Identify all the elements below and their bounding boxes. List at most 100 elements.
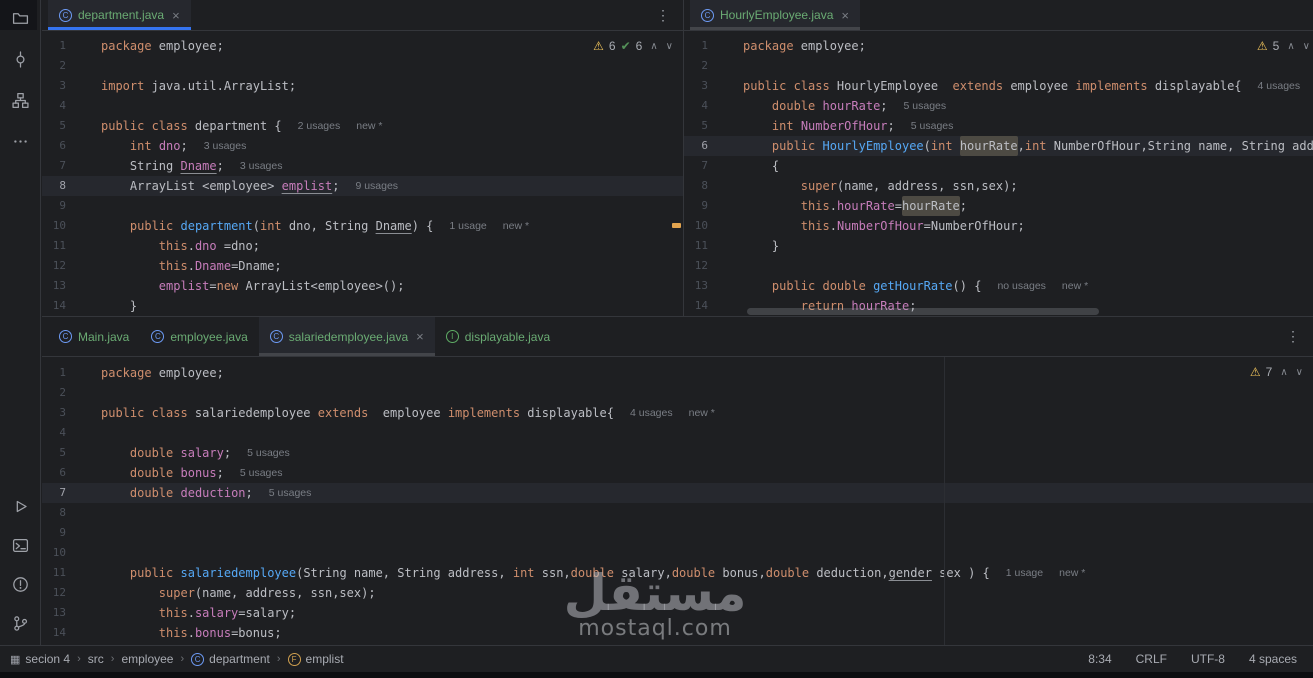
code-line-13[interactable]: 13 emplist=new ArrayList<employee>(); [42, 276, 683, 296]
code-line-12[interactable]: 12 this.Dname=Dname; [42, 256, 683, 276]
line-number[interactable]: 6 [42, 463, 66, 483]
line-number[interactable]: 13 [684, 276, 708, 296]
line-number[interactable]: 7 [684, 156, 708, 176]
code-line-13[interactable]: 13 this.salary=salary; [42, 603, 1313, 623]
code-line-2[interactable]: 2 [684, 56, 1313, 76]
warning-icon[interactable]: ⚠ [1257, 39, 1268, 53]
code-editor-salariedemployee[interactable]: ⚠7∧∨ 1package employee;23public class sa… [42, 357, 1313, 645]
line-number[interactable]: 12 [684, 256, 708, 276]
code-line-9[interactable]: 9 [42, 523, 1313, 543]
code-line-6[interactable]: 6 int dno;3 usages [42, 136, 683, 156]
code-line-3[interactable]: 3public class HourlyEmployee extends emp… [684, 76, 1313, 96]
line-number[interactable]: 13 [42, 603, 66, 623]
weak-warning-icon[interactable]: ✔ [621, 39, 631, 53]
tab-employee.java[interactable]: Cemployee.java [140, 317, 258, 356]
line-number[interactable]: 2 [42, 383, 66, 403]
code-line-14[interactable]: 14 } [42, 296, 683, 316]
code-line-4[interactable]: 4 [42, 96, 683, 116]
line-number[interactable]: 6 [684, 136, 708, 156]
terminal-icon[interactable] [7, 532, 33, 558]
code-line-4[interactable]: 4 [42, 423, 1313, 443]
code-line-14[interactable]: 14 this.bonus=bonus; [42, 623, 1313, 643]
code-line-12[interactable]: 12 [684, 256, 1313, 276]
line-number[interactable]: 9 [42, 523, 66, 543]
code-line-2[interactable]: 2 [42, 56, 683, 76]
commit-icon[interactable] [7, 46, 33, 72]
code-line-11[interactable]: 11 this.dno =dno; [42, 236, 683, 256]
line-number[interactable]: 13 [42, 276, 66, 296]
line-number[interactable]: 4 [42, 423, 66, 443]
code-line-11[interactable]: 11 public salariedemployee(String name, … [42, 563, 1313, 583]
previous-problem-icon[interactable]: ∧ [1280, 367, 1287, 378]
line-number[interactable]: 1 [42, 36, 66, 56]
code-line-7[interactable]: 7 double deduction;5 usages [42, 483, 1313, 503]
code-line-5[interactable]: 5 int NumberOfHour;5 usages [684, 116, 1313, 136]
editor-tab-options-icon[interactable]: ⋮ [643, 0, 683, 30]
tab-Main.java[interactable]: CMain.java [48, 317, 140, 356]
close-tab-icon[interactable]: × [172, 8, 180, 23]
warning-icon[interactable]: ⚠ [593, 39, 604, 53]
breadcrumb-emplist[interactable]: Femplist [288, 652, 344, 666]
line-number[interactable]: 2 [42, 56, 66, 76]
line-number[interactable]: 6 [42, 136, 66, 156]
line-number[interactable]: 4 [42, 96, 66, 116]
code-line-13[interactable]: 13 public double getHourRate() {no usage… [684, 276, 1313, 296]
status-8:34[interactable]: 8:34 [1088, 652, 1111, 666]
horizontal-scrollbar[interactable] [747, 308, 1099, 315]
status-4-spaces[interactable]: 4 spaces [1249, 652, 1297, 666]
previous-problem-icon[interactable]: ∧ [1287, 41, 1294, 52]
line-number[interactable]: 8 [684, 176, 708, 196]
next-problem-icon[interactable]: ∨ [666, 41, 673, 52]
line-number[interactable]: 8 [42, 176, 66, 196]
code-line-4[interactable]: 4 double hourRate;5 usages [684, 96, 1313, 116]
run-icon[interactable] [7, 493, 33, 519]
status-CRLF[interactable]: CRLF [1136, 652, 1167, 666]
code-line-11[interactable]: 11 } [684, 236, 1313, 256]
breadcrumb-employee[interactable]: employee [121, 652, 173, 666]
line-number[interactable]: 11 [42, 563, 66, 583]
code-line-5[interactable]: 5public class department {2 usagesnew * [42, 116, 683, 136]
close-tab-icon[interactable]: × [416, 329, 424, 344]
next-problem-icon[interactable]: ∨ [1303, 41, 1310, 52]
warning-stripe-marker[interactable] [672, 223, 681, 228]
code-line-10[interactable]: 10 this.NumberOfHour=NumberOfHour; [684, 216, 1313, 236]
code-line-3[interactable]: 3public class salariedemployee extends e… [42, 403, 1313, 423]
line-number[interactable]: 10 [42, 216, 66, 236]
line-number[interactable]: 8 [42, 503, 66, 523]
code-line-7[interactable]: 7 String Dname;3 usages [42, 156, 683, 176]
code-line-9[interactable]: 9 this.hourRate=hourRate; [684, 196, 1313, 216]
line-number[interactable]: 14 [42, 296, 66, 316]
line-number[interactable]: 5 [42, 443, 66, 463]
line-number[interactable]: 12 [42, 583, 66, 603]
line-number[interactable]: 5 [42, 116, 66, 136]
project-folder-icon[interactable] [7, 5, 33, 31]
code-line-10[interactable]: 10 public department(int dno, String Dna… [42, 216, 683, 236]
code-line-10[interactable]: 10 [42, 543, 1313, 563]
tab-salariedemployee.java[interactable]: Csalariedemployee.java× [259, 317, 435, 356]
line-number[interactable]: 3 [42, 76, 66, 96]
line-number[interactable]: 12 [42, 256, 66, 276]
code-line-5[interactable]: 5 double salary;5 usages [42, 443, 1313, 463]
version-control-icon[interactable] [7, 610, 33, 636]
code-line-3[interactable]: 3import java.util.ArrayList; [42, 76, 683, 96]
line-number[interactable]: 3 [684, 76, 708, 96]
code-line-8[interactable]: 8 [42, 503, 1313, 523]
line-number[interactable]: 7 [42, 156, 66, 176]
line-number[interactable]: 10 [684, 216, 708, 236]
code-line-6[interactable]: 6 double bonus;5 usages [42, 463, 1313, 483]
line-number[interactable]: 7 [42, 483, 66, 503]
line-number[interactable]: 1 [42, 363, 66, 383]
warning-icon[interactable]: ⚠ [1250, 365, 1261, 379]
close-tab-icon[interactable]: × [841, 8, 849, 23]
line-number[interactable]: 11 [684, 236, 708, 256]
tab-HourlyEmployee.java[interactable]: CHourlyEmployee.java× [690, 0, 860, 30]
code-editor-hourlyemployee[interactable]: ⚠5∧∨ 1package employee;23public class Ho… [684, 31, 1313, 316]
line-number[interactable]: 10 [42, 543, 66, 563]
line-number[interactable]: 9 [684, 196, 708, 216]
tab-displayable.java[interactable]: Idisplayable.java [435, 317, 561, 356]
breadcrumb-department[interactable]: Cdepartment [191, 652, 270, 666]
code-line-12[interactable]: 12 super(name, address, ssn,sex); [42, 583, 1313, 603]
line-number[interactable]: 14 [42, 623, 66, 643]
code-line-9[interactable]: 9 [42, 196, 683, 216]
code-editor-department[interactable]: ⚠6✔6∧∨ 1package employee;23import java.u… [42, 31, 683, 316]
